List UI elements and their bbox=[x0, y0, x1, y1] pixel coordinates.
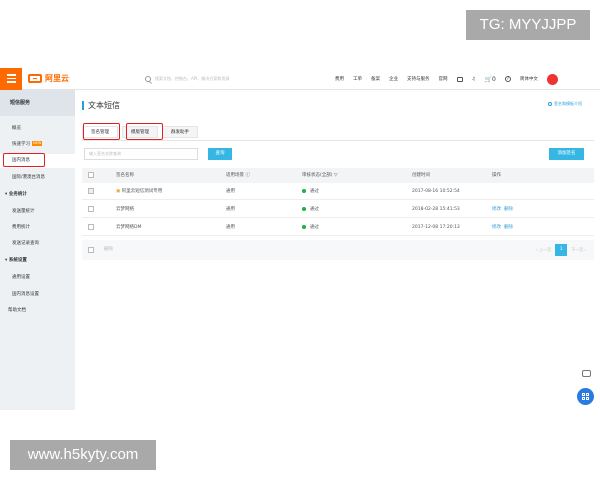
page-1-button[interactable]: 1 bbox=[555, 244, 568, 256]
sidebar-title: 短信服务 bbox=[0, 90, 75, 116]
new-badge: NEW bbox=[32, 141, 43, 146]
row-checkbox[interactable] bbox=[88, 206, 94, 212]
nav-official-site[interactable]: 官网 bbox=[439, 76, 448, 82]
sidebar: 短信服务 概览 快速学习 NEW 国内消息 国际/港澳台消息 ▾ 业务统计 发送量… bbox=[0, 90, 75, 410]
row-time: 2017-08-16 10:52:54 bbox=[412, 189, 460, 194]
nav-fees[interactable]: 费用 bbox=[335, 76, 344, 82]
footer-select-checkbox[interactable] bbox=[88, 247, 94, 253]
sidebar-item-send-records[interactable]: 发送记录查询 bbox=[0, 237, 75, 251]
highlight-box-tab-signatures bbox=[83, 123, 120, 140]
status-ok-icon bbox=[302, 188, 306, 193]
avatar[interactable] bbox=[546, 73, 558, 85]
row-status: 通过 bbox=[302, 201, 319, 218]
status-ok-icon bbox=[302, 224, 306, 229]
delete-link[interactable]: 删除 bbox=[504, 201, 513, 218]
row-name: 云梦网络DM bbox=[116, 225, 142, 230]
table-row: ▣ 阿里云短信测试专用 通用 通过 2017-08-16 10:52:54 bbox=[82, 183, 594, 200]
chat-icon[interactable] bbox=[582, 370, 591, 377]
global-search-placeholder: 搜索文档、控制台、API、解决方案和资源 bbox=[155, 76, 230, 81]
message-icon[interactable] bbox=[456, 76, 463, 82]
tab-divider bbox=[82, 140, 594, 141]
sidebar-item-quick-learn[interactable]: 快速学习 NEW bbox=[0, 138, 75, 152]
sidebar-group-stats[interactable]: ▾ 业务统计 bbox=[0, 188, 75, 202]
header-nav: 费用 工单 备案 企业 支持与服务 官网 ♫ 🛒0 ? 简体中文 bbox=[335, 68, 558, 90]
sidebar-item-fee-stats[interactable]: 费用统计 bbox=[0, 221, 75, 235]
aliyun-logo[interactable]: 阿里云 bbox=[28, 73, 69, 84]
tag-icon: ▣ bbox=[116, 189, 121, 194]
nav-enterprise[interactable]: 企业 bbox=[389, 76, 398, 82]
help-icon[interactable]: ? bbox=[504, 76, 511, 82]
sidebar-item-overview[interactable]: 概览 bbox=[0, 122, 75, 136]
row-status: 通过 bbox=[302, 219, 319, 236]
bell-icon[interactable]: ♫ bbox=[472, 77, 476, 82]
col-name: 签名名称 bbox=[116, 173, 134, 178]
filter-icon: ▽ bbox=[333, 173, 338, 178]
select-all-checkbox[interactable] bbox=[88, 172, 94, 178]
top-navbar: 阿里云 搜索文档、控制台、API、解决方案和资源 费用 工单 备案 企业 支持与… bbox=[0, 67, 600, 90]
page-title-text: 文本短信 bbox=[88, 101, 120, 110]
watermark-top: TG: MYYJJPP bbox=[466, 10, 590, 40]
status-ok-icon bbox=[302, 206, 306, 211]
highlight-box-tab-templates bbox=[126, 123, 163, 140]
help-icon[interactable]: ⓘ bbox=[245, 173, 250, 178]
row-name: 云梦网络 bbox=[116, 207, 134, 212]
global-search[interactable]: 搜索文档、控制台、API、解决方案和资源 bbox=[145, 73, 305, 85]
menu-icon[interactable] bbox=[0, 67, 22, 90]
sidebar-item-general-settings[interactable]: 通用设置 bbox=[0, 271, 75, 285]
screenshot-frame: TG: MYYJJPP 阿里云 搜索文档、控制台、API、解决方案和资源 费用 … bbox=[0, 0, 600, 480]
logo-text: 阿里云 bbox=[45, 74, 69, 83]
tab-bulk-send[interactable]: 群发助手 bbox=[162, 126, 198, 138]
row-time: 2017-12-08 17:20:13 bbox=[412, 225, 460, 230]
col-scene: 适用场景 ⓘ bbox=[226, 173, 250, 178]
col-actions: 操作 bbox=[492, 173, 501, 178]
sidebar-item-help-docs[interactable]: 帮助文档 bbox=[0, 304, 75, 318]
intro-link-text: 签名和模板介绍 bbox=[554, 101, 582, 106]
next-page-button[interactable]: 下一页 › bbox=[571, 247, 586, 253]
table-footer: 删除 ‹ 上一页 1 下一页 › bbox=[82, 240, 594, 260]
bulk-delete-button[interactable]: 删除 bbox=[104, 240, 113, 260]
logo-icon bbox=[28, 74, 42, 83]
row-checkbox[interactable] bbox=[88, 188, 94, 194]
add-signature-button[interactable]: 添加签名 bbox=[549, 148, 584, 160]
highlight-box-sidebar bbox=[3, 153, 45, 167]
row-name: ▣ 阿里云短信测试专用 bbox=[116, 189, 163, 194]
watermark-bottom: www.h5kyty.com bbox=[10, 440, 156, 470]
table-header: 签名名称 适用场景 ⓘ 审核状态(全部) ▽ 创建时间 操作 bbox=[82, 168, 594, 183]
cart-count: 0 bbox=[492, 75, 496, 83]
row-scene: 通用 bbox=[226, 225, 235, 230]
query-button[interactable]: 查询 bbox=[208, 148, 232, 160]
info-icon bbox=[548, 102, 552, 106]
row-checkbox[interactable] bbox=[88, 224, 94, 230]
edit-link[interactable]: 修改 bbox=[492, 219, 501, 236]
apps-grid-icon[interactable] bbox=[577, 388, 594, 405]
pagination: ‹ 上一页 1 下一页 › bbox=[536, 244, 586, 256]
delete-link[interactable]: 删除 bbox=[504, 219, 513, 236]
col-status[interactable]: 审核状态(全部) ▽ bbox=[302, 168, 337, 183]
nav-tickets[interactable]: 工单 bbox=[353, 76, 362, 82]
table-row: 云梦网络 通用 通过 2018-02-28 15:41:53 修改 删除 bbox=[82, 201, 594, 218]
prev-page-button[interactable]: ‹ 上一页 bbox=[536, 247, 551, 253]
search-icon bbox=[145, 76, 151, 82]
row-status: 通过 bbox=[302, 183, 319, 200]
page-title: 文本短信 bbox=[82, 100, 120, 111]
sidebar-group-settings[interactable]: ▾ 系统设置 bbox=[0, 254, 75, 268]
nav-support[interactable]: 支持与服务 bbox=[407, 76, 430, 82]
sidebar-item-international[interactable]: 国际/港澳台消息 bbox=[0, 171, 75, 185]
nav-filing[interactable]: 备案 bbox=[371, 76, 380, 82]
language-switch[interactable]: 简体中文 bbox=[520, 76, 538, 82]
sidebar-item-domestic-settings[interactable]: 国内消息设置 bbox=[0, 288, 75, 302]
signature-search-input[interactable]: 输入签名名称查询 bbox=[84, 148, 198, 160]
row-scene: 通用 bbox=[226, 207, 235, 212]
col-created: 创建时间 bbox=[412, 173, 430, 178]
intro-link[interactable]: 签名和模板介绍 bbox=[548, 101, 582, 107]
title-accent-bar bbox=[82, 101, 84, 110]
sidebar-item-send-volume[interactable]: 发送量统计 bbox=[0, 205, 75, 219]
row-time: 2018-02-28 15:41:53 bbox=[412, 207, 460, 212]
table-row: 云梦网络DM 通用 通过 2017-12-08 17:20:13 修改 删除 bbox=[82, 219, 594, 236]
edit-link[interactable]: 修改 bbox=[492, 201, 501, 218]
cart-icon[interactable]: 🛒0 bbox=[485, 76, 496, 83]
row-scene: 通用 bbox=[226, 189, 235, 194]
